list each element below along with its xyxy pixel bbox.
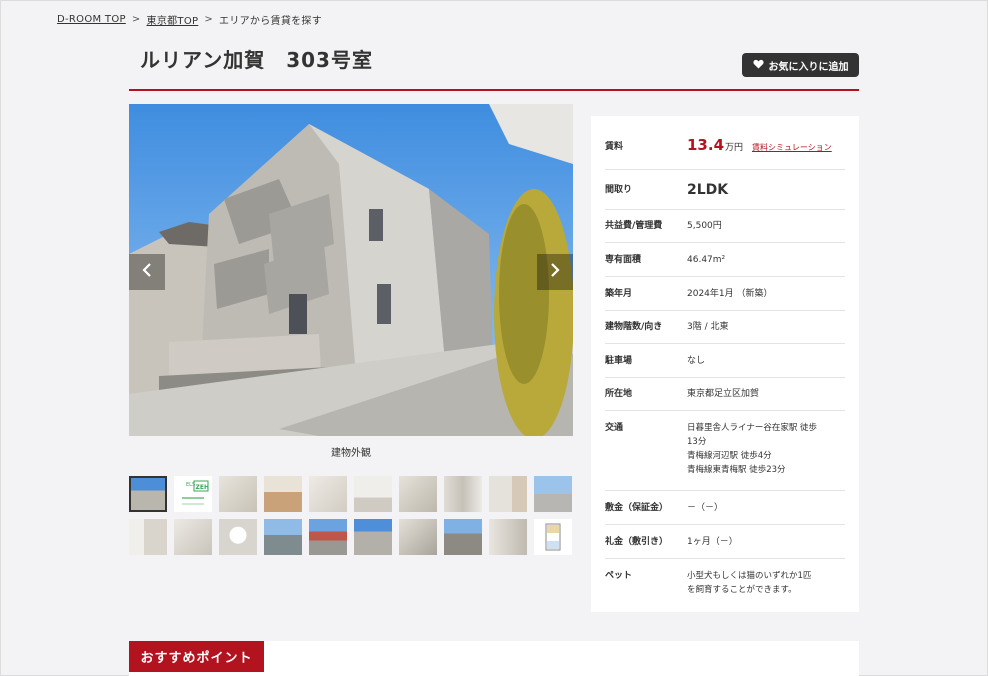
- detail-row-parking: 駐車場 なし: [605, 344, 845, 378]
- pet-line: を飼育することができます。: [687, 585, 797, 595]
- pet-lines: 小型犬もしくは猫のいずれか1匹 を飼育することができます。: [687, 569, 845, 597]
- rent-value: 13.4 万円 賃料シミュレーション: [687, 138, 845, 155]
- detail-label: 礼金（敷引き）: [605, 536, 669, 547]
- recommend-heading: おすすめポイント: [129, 641, 264, 672]
- detail-label: 建物階数/向き: [605, 322, 663, 332]
- thumbnail[interactable]: [399, 476, 437, 512]
- access-line: 日暮里舎人ライナー谷在家駅 徒歩: [687, 423, 818, 433]
- detail-value: 3階 / 北東: [687, 322, 729, 332]
- detail-value: 5,500円: [687, 221, 722, 231]
- detail-label: 賃料: [605, 141, 624, 152]
- access-lines: 日暮里舎人ライナー谷在家駅 徒歩 13分 青梅線河辺駅 徒歩4分 青梅線東青梅駅…: [687, 421, 845, 490]
- layout-value: 2LDK: [687, 181, 729, 198]
- thumbnail[interactable]: [174, 519, 212, 555]
- breadcrumb: D-ROOM TOP > 東京都TOP > エリアから賃貸を探す: [57, 12, 322, 27]
- thumbnail[interactable]: [399, 519, 437, 555]
- detail-label: 敷金（保証金）: [605, 502, 669, 513]
- thumbnail[interactable]: [489, 476, 527, 512]
- detail-row-floor: 建物階数/向き 3階 / 北東: [605, 311, 845, 344]
- thumbnail[interactable]: [129, 476, 167, 512]
- thumbnail[interactable]: [534, 476, 572, 512]
- floor-plan-image: [545, 523, 561, 551]
- access-line: 青梅線河辺駅 徒歩4分: [687, 451, 772, 461]
- thumbnail[interactable]: [219, 476, 257, 512]
- thumbnail-grid: ELS ZEH: [129, 476, 573, 555]
- breadcrumb-link-tokyo-top[interactable]: 東京都TOP: [147, 12, 199, 27]
- detail-label: 専有面積: [605, 254, 642, 265]
- thumbnail[interactable]: [489, 519, 527, 555]
- breadcrumb-separator: >: [131, 14, 141, 25]
- detail-row-built: 築年月 2024年1月 （新築）: [605, 277, 845, 311]
- detail-value: なし: [687, 355, 706, 366]
- detail-row-access: 交通 日暮里舎人ライナー谷在家駅 徒歩 13分 青梅線河辺駅 徒歩4分 青梅線東…: [605, 411, 845, 491]
- detail-row-area: 専有面積 46.47m²: [605, 243, 845, 277]
- photo-caption: 建物外観: [331, 448, 371, 459]
- breadcrumb-link-droom-top[interactable]: D-ROOM TOP: [57, 14, 126, 25]
- pet-line: 小型犬もしくは猫のいずれか1匹: [687, 571, 812, 581]
- detail-label: 築年月: [605, 288, 633, 299]
- thumbnail[interactable]: [534, 519, 572, 555]
- heart-icon: [752, 59, 764, 72]
- access-line: 青梅線東青梅駅 徒歩23分: [687, 465, 786, 475]
- thumbnail[interactable]: [309, 476, 347, 512]
- thumbnail[interactable]: [444, 519, 482, 555]
- thumbnail[interactable]: [354, 519, 392, 555]
- detail-row-rent: 賃料 13.4 万円 賃料シミュレーション: [605, 124, 845, 170]
- breadcrumb-current: エリアから賃貸を探す: [219, 16, 323, 27]
- detail-value: 46.47m²: [687, 254, 726, 265]
- detail-value: 2024年1月 （新築）: [687, 288, 773, 299]
- rent-simulation-link[interactable]: 賃料シミュレーション: [752, 141, 832, 155]
- photo-next-button[interactable]: [537, 254, 573, 290]
- main-photo[interactable]: [129, 104, 573, 436]
- photo-prev-button[interactable]: [129, 254, 165, 290]
- detail-label: 交通: [605, 423, 624, 433]
- detail-row-deposit: 敷金（保証金） －（－）: [605, 491, 845, 525]
- thumbnail[interactable]: [354, 476, 392, 512]
- detail-label: 共益費/管理費: [605, 221, 663, 231]
- rent-amount: 13.4: [687, 136, 725, 154]
- rent-unit: 万円: [725, 143, 744, 153]
- thumbnail[interactable]: [444, 476, 482, 512]
- title-divider: [129, 89, 859, 91]
- add-favorite-label: お気に入りに追加: [768, 61, 849, 73]
- thumbnail[interactable]: ELS ZEH: [174, 476, 212, 512]
- thumbnail[interactable]: [264, 476, 302, 512]
- building-exterior-image: [129, 104, 573, 436]
- add-favorite-button[interactable]: お気に入りに追加: [742, 53, 859, 77]
- access-line: 13分: [687, 437, 707, 447]
- detail-label: 所在地: [605, 389, 633, 399]
- zeh-badge-image: ELS ZEH: [182, 480, 209, 505]
- thumbnail[interactable]: [264, 519, 302, 555]
- thumbnail[interactable]: [129, 519, 167, 555]
- page-title: ルリアン加賀 303号室: [140, 48, 373, 72]
- detail-label: ペット: [605, 571, 633, 581]
- breadcrumb-separator: >: [204, 14, 214, 25]
- thumbnail[interactable]: [219, 519, 257, 555]
- detail-row-address: 所在地 東京都足立区加賀: [605, 378, 845, 411]
- chevron-left-icon: [141, 262, 153, 283]
- detail-value: －（－）: [687, 502, 724, 513]
- thumbnail[interactable]: [309, 519, 347, 555]
- detail-row-key-money: 礼金（敷引き） 1ヶ月（－）: [605, 525, 845, 559]
- detail-label: 駐車場: [605, 355, 633, 366]
- svg-text:ZEH: ZEH: [196, 484, 209, 491]
- detail-row-layout: 間取り 2LDK: [605, 170, 845, 210]
- detail-row-pet: ペット 小型犬もしくは猫のいずれか1匹 を飼育することができます。: [605, 559, 845, 597]
- detail-label: 間取り: [605, 184, 633, 195]
- detail-value: 1ヶ月（－）: [687, 536, 738, 547]
- property-details: 賃料 13.4 万円 賃料シミュレーション 間取り 2LDK 共益費/管理費 5…: [591, 116, 859, 612]
- chevron-right-icon: [549, 262, 561, 283]
- detail-row-fee: 共益費/管理費 5,500円: [605, 210, 845, 243]
- detail-value: 東京都足立区加賀: [687, 389, 760, 399]
